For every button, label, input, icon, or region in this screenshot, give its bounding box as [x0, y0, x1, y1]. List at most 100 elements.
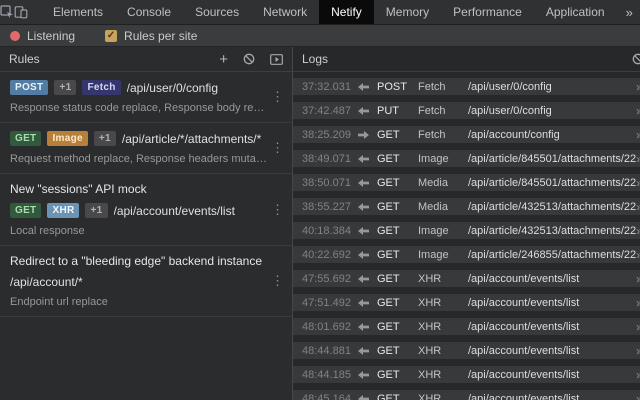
rule-item[interactable]: POST+1Fetch/api/user/0/configResponse st…	[0, 72, 292, 123]
device-toolbar-icon[interactable]	[14, 0, 28, 24]
log-method: GET	[377, 225, 418, 237]
log-row[interactable]: 40:18.384GETImage/api/article/432513/att…	[293, 222, 640, 239]
log-row[interactable]: 48:44.881GETXHR/api/account/events/list»	[293, 342, 640, 359]
rule-item[interactable]: GETImage+1/api/article/*/attachments/*Re…	[0, 123, 292, 174]
expand-log-button[interactable]: »	[636, 176, 640, 190]
log-row[interactable]: 48:01.692GETXHR/api/account/events/list»	[293, 318, 640, 335]
rule-badge-xhr: XHR	[47, 203, 79, 218]
tab-netify[interactable]: Netify	[319, 0, 374, 24]
direction-left-arrow-icon	[358, 323, 377, 331]
direction-left-arrow-icon	[358, 251, 377, 259]
expand-log-button[interactable]: »	[636, 152, 640, 166]
expand-log-button[interactable]: »	[636, 200, 640, 214]
log-row[interactable]: 37:32.031POSTFetch/api/user/0/config»	[293, 78, 640, 95]
log-url-path: /api/account/config	[468, 129, 636, 141]
inspect-element-icon[interactable]	[0, 0, 14, 24]
rule-description: Request method replace, Response headers…	[10, 153, 268, 165]
more-tabs-button[interactable]: »	[617, 0, 640, 24]
log-url-path: /api/user/0/config	[468, 81, 636, 93]
log-resource-type: XHR	[418, 297, 468, 309]
rule-title: New "sessions" API mock	[10, 182, 268, 196]
rules-per-site-checkbox[interactable]: ✓	[105, 30, 117, 42]
expand-log-button[interactable]: »	[636, 224, 640, 238]
log-method: PUT	[377, 105, 418, 117]
rule-description: Local response	[10, 225, 268, 237]
rule-menu-button[interactable]: ⋮	[271, 140, 284, 156]
tab-performance[interactable]: Performance	[441, 0, 534, 24]
clear-logs-icon[interactable]	[632, 53, 640, 65]
expand-log-button[interactable]: »	[636, 344, 640, 358]
log-row[interactable]: 47:55.692GETXHR/api/account/events/list»	[293, 270, 640, 287]
rule-menu-button[interactable]: ⋮	[271, 273, 284, 289]
tab-application[interactable]: Application	[534, 0, 617, 24]
log-url-path: /api/article/845501/attachments/22	[468, 177, 636, 189]
log-resource-type: Media	[418, 201, 468, 213]
log-method: GET	[377, 369, 418, 381]
clear-rules-icon[interactable]	[243, 53, 255, 65]
log-row[interactable]: 38:49.071GETImage/api/article/845501/att…	[293, 150, 640, 167]
expand-log-button[interactable]: »	[636, 320, 640, 334]
rules-list: POST+1Fetch/api/user/0/configResponse st…	[0, 72, 292, 400]
log-row[interactable]: 38:55.227GETMedia/api/article/432513/att…	[293, 198, 640, 215]
log-row[interactable]: 38:25.209GETFetch/api/account/config»	[293, 126, 640, 143]
log-url-path: /api/account/events/list	[468, 273, 636, 285]
log-row[interactable]: 40:22.692GETImage/api/article/246855/att…	[293, 246, 640, 263]
netify-statusbar: Listening ✓ Rules per site	[0, 25, 640, 47]
tab-sources[interactable]: Sources	[183, 0, 251, 24]
rule-badge-post: POST	[10, 80, 48, 95]
log-resource-type: XHR	[418, 345, 468, 357]
log-resource-type: XHR	[418, 393, 468, 400]
log-row[interactable]: 38:50.071GETMedia/api/article/845501/att…	[293, 174, 640, 191]
log-time: 38:25.209	[302, 129, 358, 141]
log-resource-type: Fetch	[418, 129, 468, 141]
expand-log-button[interactable]: »	[636, 128, 640, 142]
direction-left-arrow-icon	[358, 275, 377, 283]
expand-log-button[interactable]: »	[636, 104, 640, 118]
add-rule-button[interactable]: +	[219, 52, 228, 67]
tab-network[interactable]: Network	[251, 0, 319, 24]
direction-left-arrow-icon	[358, 107, 377, 115]
direction-left-arrow-icon	[358, 227, 377, 235]
expand-log-button[interactable]: »	[636, 392, 640, 400]
rule-main-line: GETXHR+1/api/account/events/list	[10, 203, 268, 218]
rule-badge-get: GET	[10, 203, 41, 218]
logs-list: 37:32.031POSTFetch/api/user/0/config» 37:…	[293, 72, 640, 400]
rule-menu-button[interactable]: ⋮	[271, 89, 284, 105]
rule-item[interactable]: New "sessions" API mockGETXHR+1/api/acco…	[0, 174, 292, 246]
log-method: GET	[377, 297, 418, 309]
rule-menu-button[interactable]: ⋮	[271, 202, 284, 218]
expand-log-button[interactable]: »	[636, 296, 640, 310]
log-row[interactable]: 48:45.164GETXHR/api/account/events/list»	[293, 390, 640, 400]
log-resource-type: XHR	[418, 321, 468, 333]
log-method: GET	[377, 345, 418, 357]
direction-left-arrow-icon	[358, 179, 377, 187]
collapse-panel-icon[interactable]	[270, 54, 283, 65]
rule-badge-image: Image	[47, 131, 87, 146]
expand-log-button[interactable]: »	[636, 248, 640, 262]
tab-elements[interactable]: Elements	[41, 0, 115, 24]
log-row[interactable]: 47:51.492GETXHR/api/account/events/list»	[293, 294, 640, 311]
log-resource-type: Image	[418, 249, 468, 261]
tab-console[interactable]: Console	[115, 0, 183, 24]
log-method: GET	[377, 321, 418, 333]
listening-indicator-dot[interactable]	[10, 31, 20, 41]
rules-per-site-label: Rules per site	[124, 29, 197, 43]
expand-log-button[interactable]: »	[636, 80, 640, 94]
rule-item[interactable]: Redirect to a "bleeding edge" backend in…	[0, 246, 292, 317]
expand-log-button[interactable]: »	[636, 368, 640, 382]
log-row[interactable]: 37:42.487PUTFetch/api/user/0/config»	[293, 102, 640, 119]
direction-left-arrow-icon	[358, 371, 377, 379]
log-row[interactable]: 48:44.185GETXHR/api/account/events/list»	[293, 366, 640, 383]
log-time: 37:42.487	[302, 105, 358, 117]
log-url-path: /api/article/845501/attachments/22	[468, 153, 636, 165]
direction-left-arrow-icon	[358, 203, 377, 211]
rule-badge-count: +1	[54, 80, 76, 95]
log-url-path: /api/account/events/list	[468, 297, 636, 309]
tab-memory[interactable]: Memory	[374, 0, 441, 24]
log-time: 38:50.071	[302, 177, 358, 189]
expand-log-button[interactable]: »	[636, 272, 640, 286]
rules-panel-title: Rules	[9, 52, 40, 66]
logs-panel: Logs 37:32.031POSTFetch/api/user/0/confi…	[292, 47, 640, 400]
log-url-path: /api/account/events/list	[468, 369, 636, 381]
log-time: 40:22.692	[302, 249, 358, 261]
